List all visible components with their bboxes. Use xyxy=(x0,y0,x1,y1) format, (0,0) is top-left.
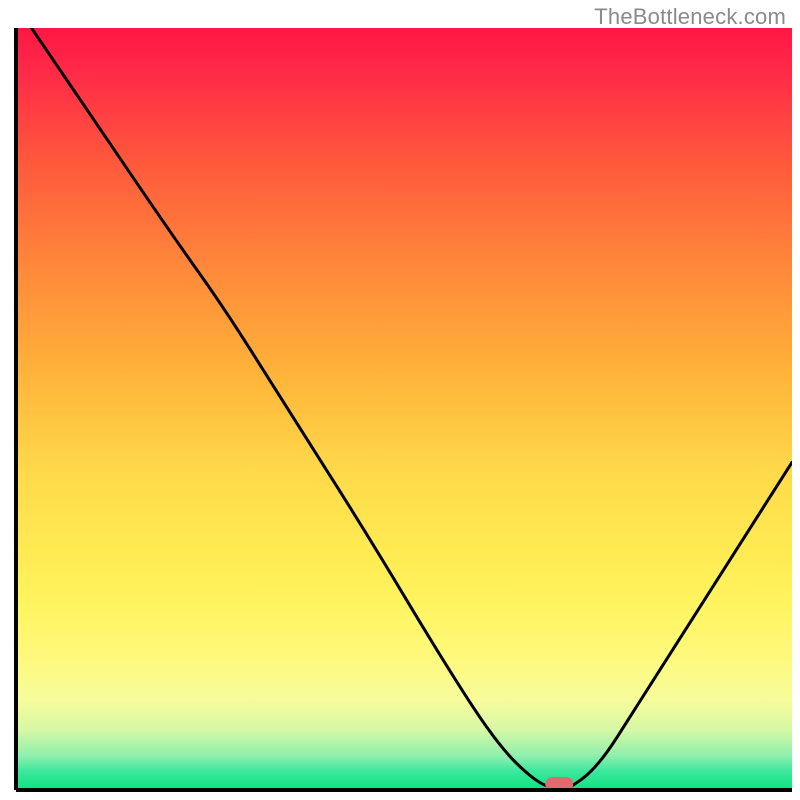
chart-root: TheBottleneck.com xyxy=(0,0,800,800)
bottleneck-plot xyxy=(0,0,800,800)
plot-area xyxy=(16,28,792,791)
gradient-background xyxy=(16,28,792,790)
watermark-label: TheBottleneck.com xyxy=(594,4,786,30)
